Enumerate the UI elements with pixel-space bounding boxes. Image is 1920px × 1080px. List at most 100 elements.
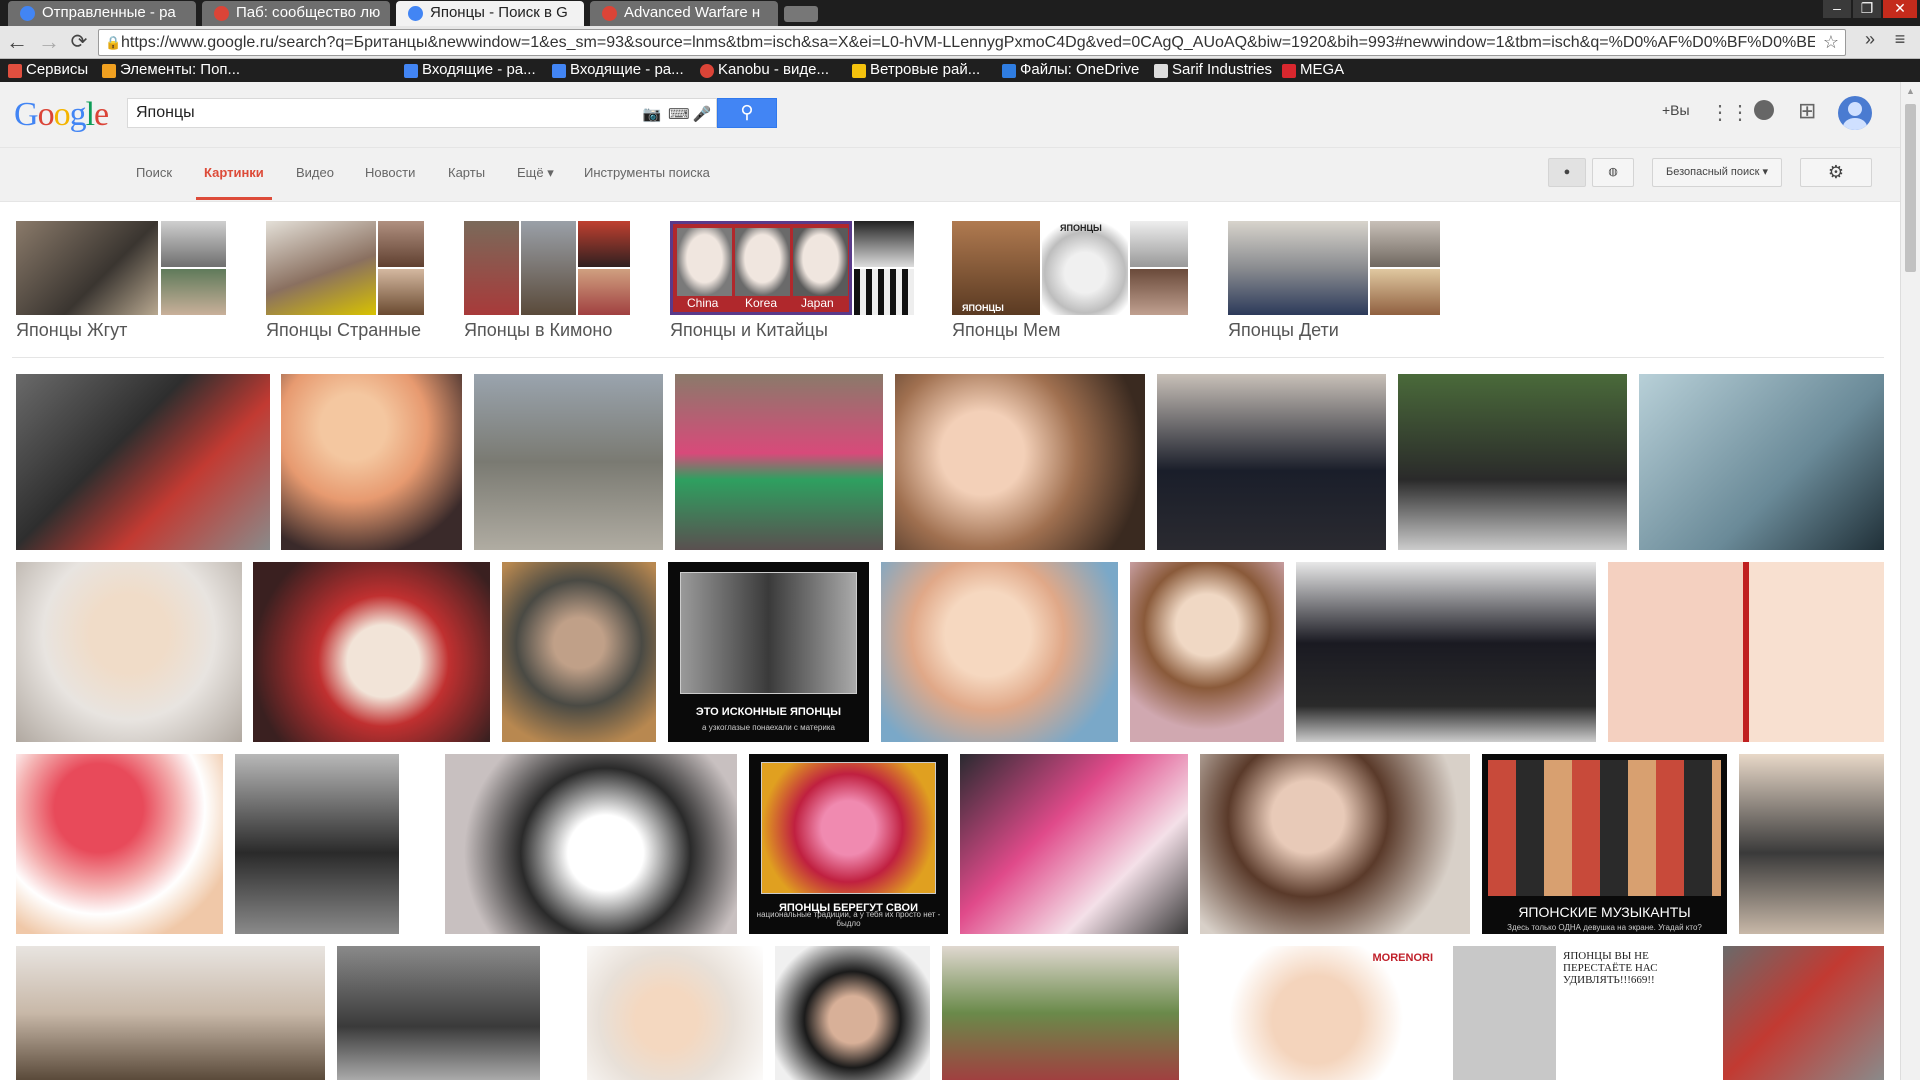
camera-icon[interactable]: 📷 xyxy=(642,105,662,123)
image-result-musicians[interactable]: ЯПОНСКИЕ МУЗЫКАНТЫ Здесь только ОДНА дев… xyxy=(1482,754,1727,934)
image-result[interactable] xyxy=(960,754,1188,934)
star-icon[interactable]: ☆ xyxy=(1823,32,1839,53)
image-result[interactable] xyxy=(445,754,737,934)
related-search-kimono[interactable]: Японцы в Кимоно xyxy=(464,221,630,340)
tab-google-search[interactable]: Японцы - Поиск в G xyxy=(396,1,584,26)
image-result-demotivator[interactable]: ЭТО ИСКОННЫЕ ЯПОНЦЫ а узкоглазые понаеха… xyxy=(668,562,869,742)
tab-title: Advanced Warfare н xyxy=(624,4,761,21)
forward-arrow-icon[interactable]: → xyxy=(36,30,62,56)
image-result[interactable] xyxy=(895,374,1145,550)
google-logo[interactable]: Google xyxy=(14,96,109,134)
notifications-icon[interactable] xyxy=(1754,100,1774,120)
url-text[interactable]: https://www.google.ru/search?q=Британцы&… xyxy=(121,34,1815,52)
image-result[interactable] xyxy=(337,946,540,1080)
chrome-icon xyxy=(700,64,714,78)
tab-sent-mail[interactable]: Отправленные - ра xyxy=(8,1,196,26)
image-result[interactable] xyxy=(775,946,930,1080)
apps-grid-icon[interactable]: ⋮⋮ xyxy=(1710,100,1750,125)
close-window-button[interactable]: ✕ xyxy=(1883,0,1917,18)
bookmark-wind[interactable]: Ветровые рай... xyxy=(852,61,980,78)
maximize-button[interactable]: ❐ xyxy=(1853,0,1881,18)
chrome-icon xyxy=(214,6,229,21)
related-label: Японцы Мем xyxy=(952,320,1061,340)
image-result[interactable] xyxy=(16,754,223,934)
share-plus-icon[interactable]: ⊞ xyxy=(1798,98,1816,124)
settings-gear-icon[interactable]: ⚙ xyxy=(1800,158,1872,187)
tab-news[interactable]: Новости xyxy=(365,165,415,180)
image-result[interactable] xyxy=(1200,754,1470,934)
image-result[interactable] xyxy=(235,754,399,934)
bookmark-services[interactable]: Сервисы xyxy=(8,61,88,78)
related-search-zhgut[interactable]: Японцы Жгут xyxy=(16,221,226,340)
bookmark-sarif[interactable]: Sarif Industries xyxy=(1154,61,1272,78)
tab-images[interactable]: Картинки xyxy=(204,165,264,180)
new-tab-button[interactable] xyxy=(784,6,818,22)
search-input[interactable] xyxy=(136,103,636,123)
tab-advanced-warfare[interactable]: Advanced Warfare н xyxy=(590,1,778,26)
back-arrow-icon[interactable]: ← xyxy=(4,30,30,56)
personal-results-button[interactable]: ● xyxy=(1548,158,1586,187)
related-search-kids[interactable]: Японцы Дети xyxy=(1228,221,1440,340)
image-result[interactable] xyxy=(1398,374,1627,550)
scroll-thumb[interactable] xyxy=(1905,104,1916,272)
address-bar[interactable]: 🔒 https://www.google.ru/search?q=Британц… xyxy=(98,29,1846,56)
tab-search[interactable]: Поиск xyxy=(136,165,172,180)
image-result[interactable]: MORENORI xyxy=(1191,946,1441,1080)
image-result[interactable] xyxy=(253,562,490,742)
demotivator-caption: ЭТО ИСКОННЫЕ ЯПОНЦЫ xyxy=(695,706,842,718)
image-result[interactable] xyxy=(1723,946,1884,1080)
tab-maps[interactable]: Карты xyxy=(448,165,485,180)
image-result[interactable] xyxy=(1130,562,1284,742)
global-results-button[interactable]: ◍ xyxy=(1592,158,1634,187)
minimize-button[interactable]: – xyxy=(1823,0,1851,18)
image-result[interactable] xyxy=(675,374,883,550)
tag-label: Korea xyxy=(745,296,778,310)
avatar[interactable] xyxy=(1838,96,1872,130)
image-result[interactable] xyxy=(1739,754,1884,934)
image-result[interactable] xyxy=(1296,562,1596,742)
plus-you-link[interactable]: +Вы xyxy=(1662,102,1690,118)
image-result[interactable] xyxy=(281,374,462,550)
keyboard-icon[interactable]: ⌨ xyxy=(668,105,690,123)
image-result[interactable] xyxy=(502,562,656,742)
search-tools[interactable]: Инструменты поиска xyxy=(584,165,710,180)
bookmark-elements[interactable]: Элементы: Поп... xyxy=(102,61,240,78)
safe-search-dropdown[interactable]: Безопасный поиск ▾ xyxy=(1652,158,1782,187)
thumbnail: ЯПОНЦЫ xyxy=(952,221,1040,315)
demotivator-subcaption: национальные традиции, а у тебя их прост… xyxy=(756,910,941,928)
image-result[interactable] xyxy=(1608,562,1884,742)
image-result[interactable] xyxy=(942,946,1179,1080)
image-result[interactable] xyxy=(474,374,663,550)
image-result-demotivator[interactable]: ЯПОНЦЫ БЕРЕГУТ СВОИ национальные традици… xyxy=(749,754,948,934)
bookmark-inbox-2[interactable]: Входящие - ра... xyxy=(552,61,684,78)
scroll-up-arrow-icon[interactable]: ▲ xyxy=(1905,86,1916,98)
magnifier-icon: ⚲ xyxy=(740,102,754,122)
microphone-icon[interactable]: 🎤 xyxy=(692,105,712,123)
menu-icon[interactable]: ≡ xyxy=(1886,29,1914,53)
search-button[interactable]: ⚲ xyxy=(717,98,777,128)
image-result[interactable] xyxy=(16,946,325,1080)
related-search-chinese[interactable]: China Korea Japan Японцы и Китайцы xyxy=(670,221,914,340)
image-result[interactable] xyxy=(1639,374,1884,550)
image-result[interactable] xyxy=(881,562,1118,742)
image-result-meme[interactable]: ЯПОНЦЫ ВЫ НЕ ПЕРЕСТАЁТЕ НАС УДИВЛЯТЬ!!!6… xyxy=(1453,946,1711,1080)
tab-more[interactable]: Ещё ▾ xyxy=(517,165,554,181)
image-result[interactable] xyxy=(16,562,242,742)
page-scrollbar[interactable]: ▲ xyxy=(1900,82,1920,1080)
related-search-meme[interactable]: ЯПОНЦЫ ЯПОНЦЫ Японцы Мем xyxy=(952,221,1188,340)
bookmark-inbox-1[interactable]: Входящие - ра... xyxy=(404,61,536,78)
extensions-chevron-icon[interactable]: » xyxy=(1856,29,1884,53)
bookmark-onedrive[interactable]: Файлы: OneDrive xyxy=(1002,61,1139,78)
image-result[interactable] xyxy=(587,946,763,1080)
related-label: Японцы Странные xyxy=(266,320,422,340)
tab-pab[interactable]: Паб: сообщество лю xyxy=(202,1,390,26)
image-result[interactable] xyxy=(1157,374,1386,550)
mail-icon xyxy=(404,64,418,78)
related-search-strange[interactable]: Японцы Странные xyxy=(266,221,424,340)
image-result[interactable] xyxy=(16,374,270,550)
bookmark-mega[interactable]: MEGA xyxy=(1282,61,1344,78)
reload-icon[interactable]: ⟳ xyxy=(66,30,92,56)
bookmark-kanobu[interactable]: Kanobu - виде... xyxy=(700,61,829,78)
tag-label: ЯПОНЦЫ xyxy=(1060,223,1102,233)
tab-video[interactable]: Видео xyxy=(296,165,334,180)
